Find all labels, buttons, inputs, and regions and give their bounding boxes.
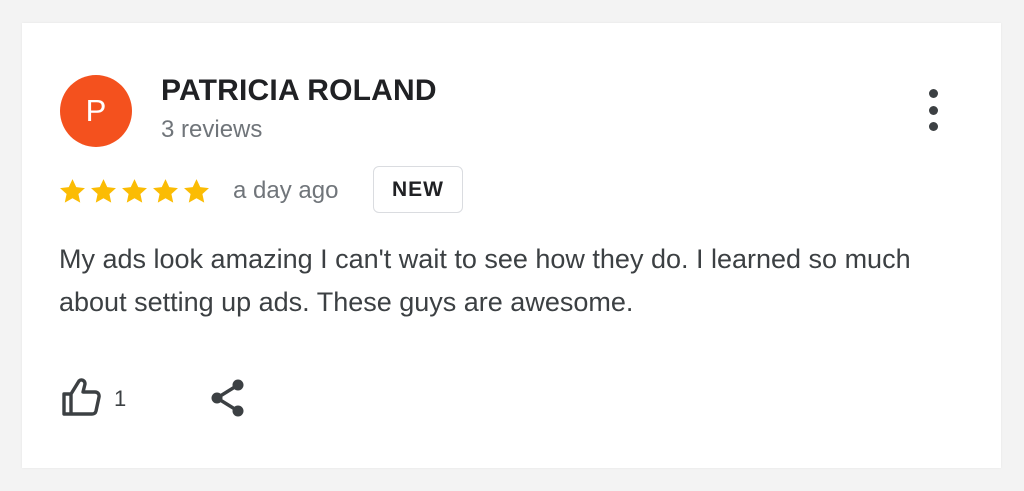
star-icon bbox=[122, 179, 147, 203]
star-icon bbox=[91, 179, 116, 203]
review-date: a day ago bbox=[233, 177, 339, 204]
review-text: My ads look amazing I can't wait to see … bbox=[59, 244, 911, 317]
avatar[interactable]: P bbox=[60, 75, 132, 147]
review-card: P PATRICIA ROLAND 3 reviews a day ago NE… bbox=[22, 23, 1001, 468]
star-icon bbox=[153, 179, 178, 203]
more-vert-icon-dot bbox=[928, 122, 938, 131]
author-review-count: 3 reviews bbox=[161, 116, 263, 143]
share-icon bbox=[211, 379, 244, 417]
share-button[interactable] bbox=[207, 377, 249, 419]
like-count: 1 bbox=[114, 386, 127, 411]
more-vert-icon-dot bbox=[928, 105, 938, 115]
star-icon bbox=[60, 179, 85, 203]
more-options-button[interactable] bbox=[918, 89, 948, 131]
author-name[interactable]: PATRICIA ROLAND bbox=[161, 74, 437, 108]
new-badge: NEW bbox=[373, 166, 463, 213]
star-rating bbox=[58, 177, 211, 206]
more-vert-icon bbox=[928, 89, 938, 98]
star-icon bbox=[184, 179, 209, 203]
like-button[interactable]: 1 bbox=[60, 376, 126, 418]
thumbs-up-icon bbox=[62, 378, 101, 416]
